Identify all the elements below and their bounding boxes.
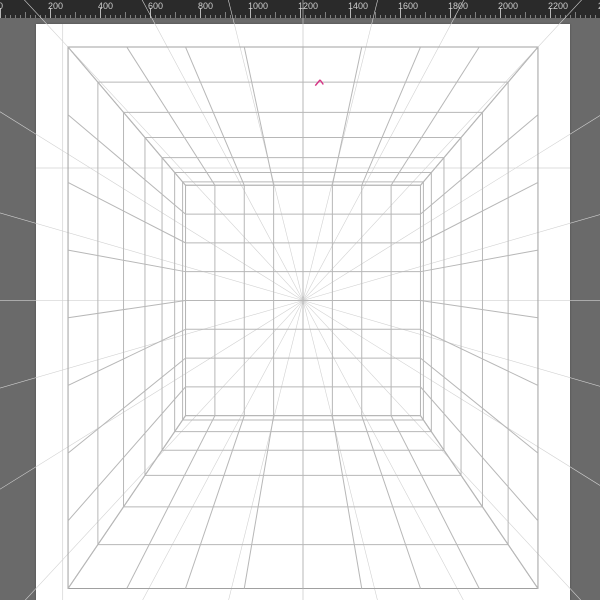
ruler-label: 1200 [298, 1, 318, 11]
ruler-label: 1800 [448, 1, 468, 11]
workspace [0, 18, 600, 600]
ruler-label: 600 [148, 1, 163, 11]
ruler-label: 2200 [548, 1, 568, 11]
horizontal-ruler[interactable]: 0 200 400 600 800 1000 1200 1400 1600 1800 2000 220… [0, 0, 600, 18]
ruler-label: 1000 [248, 1, 268, 11]
ruler-label: 1400 [348, 1, 368, 11]
anchor-marker-icon [315, 80, 323, 86]
perspective-grid-drawing [36, 24, 570, 600]
ruler-label: 1600 [398, 1, 418, 11]
ruler-label: 400 [98, 1, 113, 11]
ruler-label: 2000 [498, 1, 518, 11]
ruler-label: 0 [0, 1, 3, 11]
canvas-page[interactable] [36, 24, 570, 600]
ruler-label: 200 [48, 1, 63, 11]
ruler-label: 800 [198, 1, 213, 11]
